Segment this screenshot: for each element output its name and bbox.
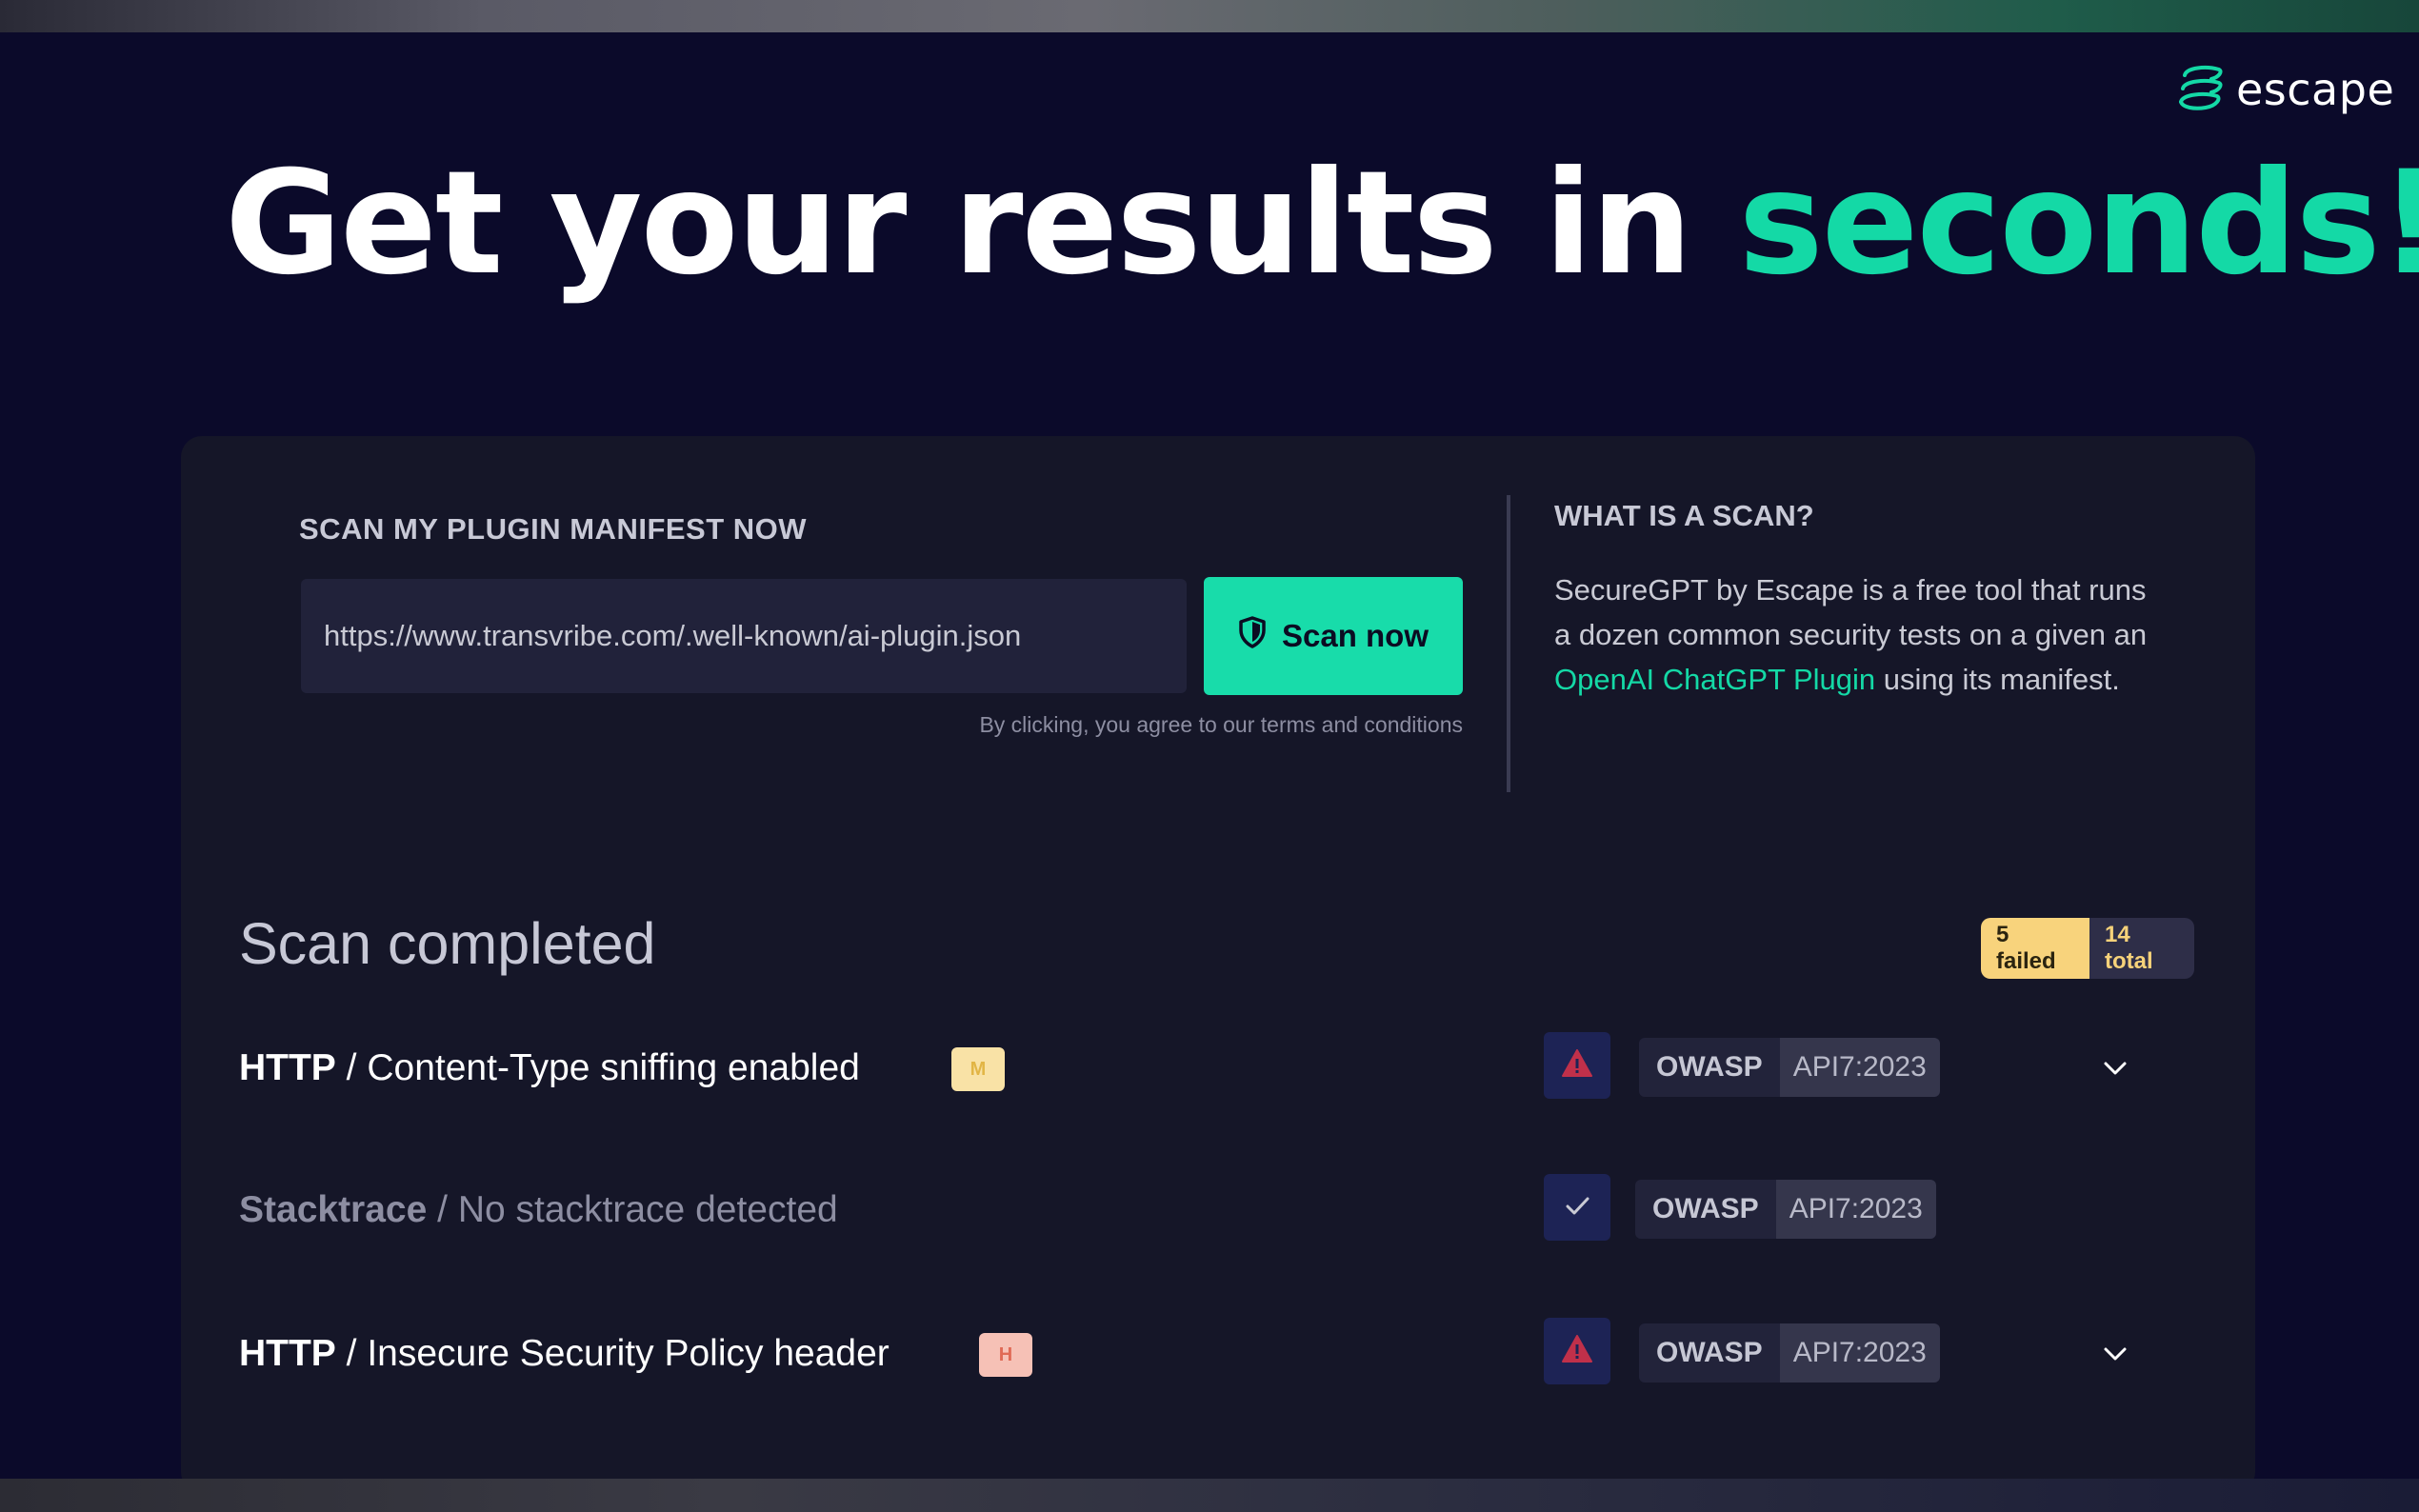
about-description: SecureGPT by Escape is a free tool that … [1554, 567, 2164, 702]
scan-now-button[interactable]: Scan now [1204, 577, 1463, 695]
result-title: HTTP / Insecure Security Policy header [239, 1316, 890, 1392]
openai-plugin-link[interactable]: OpenAI ChatGPT Plugin [1554, 663, 1875, 696]
scan-form-title: SCAN MY PLUGIN MANIFEST NOW [299, 512, 808, 546]
bottom-video-strip [0, 1479, 2419, 1512]
result-row[interactable]: Stacktrace / No stacktrace detected OWAS… [239, 1172, 2144, 1248]
owasp-tag: OWASP API7:2023 [1639, 1038, 1940, 1097]
result-separator: / [335, 1047, 368, 1088]
owasp-label: OWASP [1639, 1323, 1780, 1383]
escape-logo-icon [2177, 62, 2227, 118]
chevron-down-icon[interactable] [2096, 1337, 2134, 1371]
warning-icon [1560, 1046, 1594, 1085]
chevron-down-icon[interactable] [2096, 1051, 2134, 1085]
about-text-start: SecureGPT by Escape is a free tool that … [1554, 573, 2148, 651]
headline-accent: seconds! [1738, 141, 2419, 307]
owasp-tag: OWASP API7:2023 [1639, 1323, 1940, 1383]
result-category: Stacktrace [239, 1189, 428, 1230]
result-row[interactable]: HTTP / Insecure Security Policy header H… [239, 1316, 2144, 1392]
page-headline: Get your results in seconds! [225, 141, 2419, 307]
result-category: HTTP [239, 1333, 336, 1374]
owasp-code: API7:2023 [1779, 1323, 1940, 1383]
terms-notice[interactable]: By clicking, you agree to our terms and … [857, 712, 1463, 738]
owasp-label: OWASP [1639, 1038, 1780, 1097]
headline-text: Get your results in [225, 141, 1739, 307]
results-summary: 5 failed 14 total [1981, 918, 2194, 979]
total-count-badge: 14 total [2089, 918, 2194, 979]
status-passed [1544, 1174, 1610, 1241]
escape-logo: escape [2177, 61, 2394, 118]
result-name: Content-Type sniffing enabled [367, 1047, 860, 1088]
logo-text: escape [2236, 64, 2395, 115]
scan-now-label: Scan now [1281, 618, 1429, 653]
about-title: WHAT IS A SCAN? [1554, 499, 1814, 532]
shield-icon [1238, 616, 1267, 656]
failed-count-badge: 5 failed [1981, 918, 2089, 979]
result-name: No stacktrace detected [457, 1189, 838, 1230]
vertical-divider [1507, 495, 1510, 792]
result-name: Insecure Security Policy header [367, 1333, 890, 1374]
result-row[interactable]: HTTP / Content-Type sniffing enabled M O… [239, 1030, 2144, 1106]
result-title: Stacktrace / No stacktrace detected [239, 1172, 838, 1248]
check-icon [1560, 1188, 1594, 1227]
severity-badge: M [951, 1047, 1005, 1091]
owasp-code: API7:2023 [1775, 1180, 1936, 1239]
owasp-tag: OWASP API7:2023 [1635, 1180, 1936, 1239]
severity-badge: H [979, 1333, 1032, 1377]
result-separator: / [427, 1189, 458, 1230]
owasp-code: API7:2023 [1779, 1038, 1940, 1097]
results-title: Scan completed [239, 911, 656, 976]
status-failed [1544, 1032, 1610, 1099]
top-video-strip [0, 0, 2419, 32]
status-failed [1544, 1318, 1610, 1384]
result-category: HTTP [239, 1047, 336, 1088]
manifest-url-input[interactable] [301, 579, 1187, 693]
result-title: HTTP / Content-Type sniffing enabled [239, 1030, 860, 1106]
about-text-end: using its manifest. [1875, 663, 2120, 696]
warning-icon [1560, 1332, 1594, 1371]
owasp-label: OWASP [1635, 1180, 1776, 1239]
result-separator: / [335, 1333, 368, 1374]
